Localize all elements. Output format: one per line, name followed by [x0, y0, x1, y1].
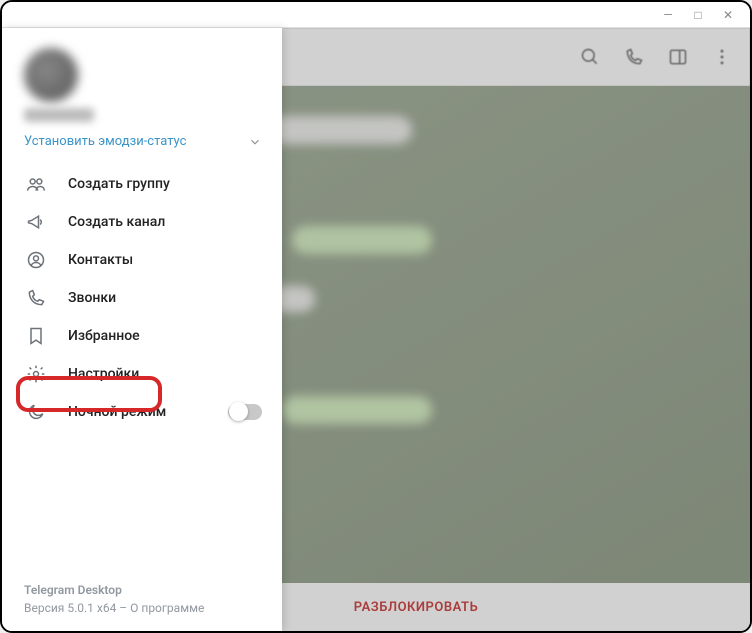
- moon-icon: [26, 402, 46, 422]
- menu-saved[interactable]: Избранное: [2, 317, 282, 355]
- app-version[interactable]: Версия 5.0.1 x64 – О программе: [24, 599, 260, 617]
- emoji-status-link[interactable]: Установить эмодзи-статус: [24, 134, 186, 149]
- avatar[interactable]: [24, 48, 78, 102]
- sidebar-footer: Telegram Desktop Версия 5.0.1 x64 – О пр…: [2, 581, 282, 631]
- menu-contacts[interactable]: Контакты: [2, 241, 282, 279]
- menu-label: Создать группу: [68, 176, 170, 192]
- username: [24, 108, 94, 122]
- menu-night-mode[interactable]: Ночной режим: [2, 393, 282, 431]
- menu-new-channel[interactable]: Создать канал: [2, 203, 282, 241]
- menu-label: Создать канал: [68, 214, 165, 230]
- menu-label: Ночной режим: [68, 404, 166, 420]
- menu-settings[interactable]: Настройки: [2, 355, 282, 393]
- menu-calls[interactable]: Звонки: [2, 279, 282, 317]
- menu-label: Избранное: [68, 328, 140, 344]
- menu-label: Звонки: [68, 290, 116, 306]
- night-mode-toggle[interactable]: [228, 404, 262, 420]
- menu-new-group[interactable]: Создать группу: [2, 165, 282, 203]
- maximize-button[interactable]: □: [692, 9, 704, 21]
- person-icon: [26, 250, 46, 270]
- main-menu: Создать группу Создать канал Контакты Зв…: [2, 165, 282, 431]
- app-name: Telegram Desktop: [24, 581, 260, 599]
- bookmark-icon: [26, 326, 46, 346]
- megaphone-icon: [26, 212, 46, 232]
- chevron-down-icon[interactable]: [248, 135, 262, 149]
- gear-icon: [26, 364, 46, 384]
- menu-label: Настройки: [68, 366, 139, 382]
- titlebar: — □ ✕: [2, 2, 750, 28]
- phone-icon: [26, 288, 46, 308]
- close-button[interactable]: ✕: [722, 9, 734, 21]
- main-menu-sidebar: Установить эмодзи-статус Создать группу …: [2, 28, 282, 631]
- menu-label: Контакты: [68, 252, 133, 268]
- minimize-button[interactable]: —: [662, 9, 674, 21]
- group-icon: [26, 174, 46, 194]
- app-window: — □ ✕ Пн е их в ... .04.2024 цен, о... .…: [0, 0, 752, 633]
